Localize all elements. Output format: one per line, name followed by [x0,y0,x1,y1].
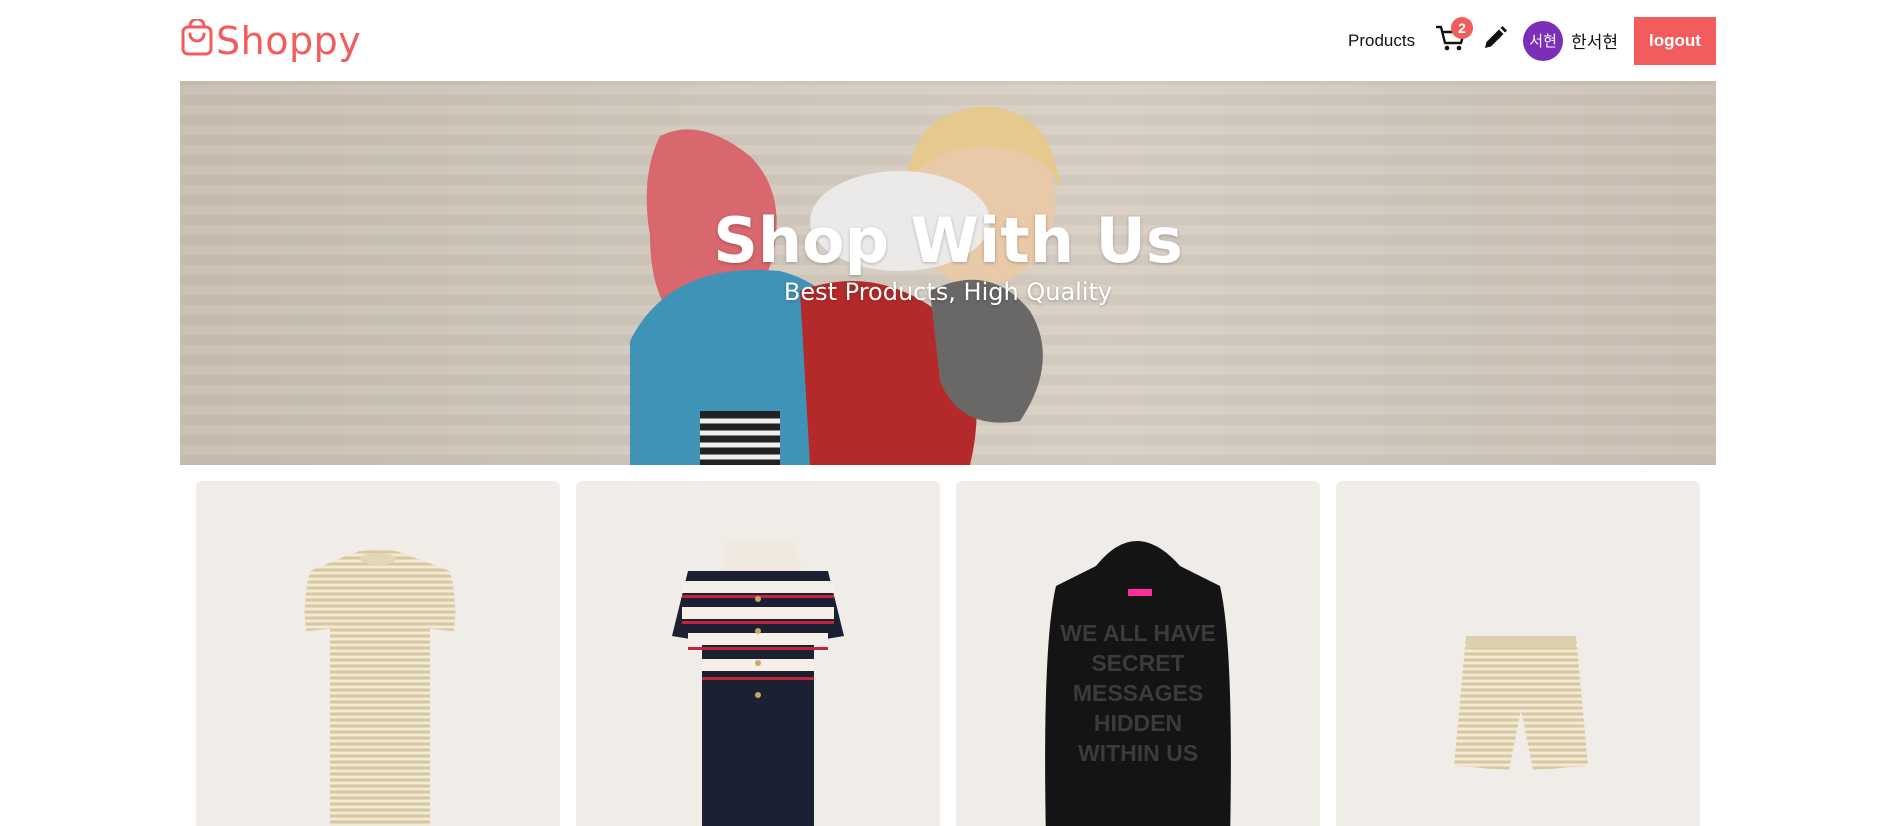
cart-button[interactable]: 2 [1433,16,1474,59]
product-card[interactable] [196,481,560,826]
user-avatar: 서현 [1523,20,1564,61]
product-grid: WE ALL HAVE SECRET MESSAGES HIDDEN WITHI… [196,481,1700,826]
hoodie-print-line: SECRET [1091,650,1184,676]
hoodie-print-line: HIDDEN [1094,710,1182,736]
product-card[interactable] [1336,481,1700,826]
hoodie-print-line: MESSAGES [1073,680,1203,706]
product-card[interactable]: WE ALL HAVE SECRET MESSAGES HIDDEN WITHI… [956,481,1320,826]
hoodie-print-line: WE ALL HAVE [1060,620,1215,646]
hero-text: Shop With Us Best Products, High Quality [180,204,1716,307]
user-name: 한서현 [1571,33,1618,53]
product-image-striped-dress [672,541,844,826]
hero-banner: Shop With Us Best Products, High Quality [180,81,1716,465]
product-image-tweed-shorts [1454,636,1588,770]
shopping-bag-icon [180,17,216,62]
product-card[interactable] [576,481,940,826]
cart-count-badge: 2 [1451,16,1474,39]
products-link[interactable]: Products [1348,31,1415,51]
pencil-icon [1482,25,1508,56]
brand-name: Shoppy [216,18,362,63]
new-product-button[interactable] [1481,25,1509,56]
top-navbar: Shoppy Products 2 서현 한서현 logout [180,0,1716,81]
page: Shoppy Products 2 서현 한서현 logout Shop Wit… [0,0,1893,826]
product-image-tweed-dress [304,549,456,826]
product-image-black-hoodie: WE ALL HAVE SECRET MESSAGES HIDDEN WITHI… [1045,541,1231,826]
hero-subtitle: Best Products, High Quality [783,278,1113,306]
hoodie-print-line: WITHIN US [1078,740,1198,766]
hero-title: Shop With Us [713,204,1183,277]
header-nav: Products 2 서현 한서현 logout [1348,16,1716,65]
brand-logo-link[interactable]: Shoppy [180,17,362,63]
logout-button[interactable]: logout [1634,16,1716,65]
